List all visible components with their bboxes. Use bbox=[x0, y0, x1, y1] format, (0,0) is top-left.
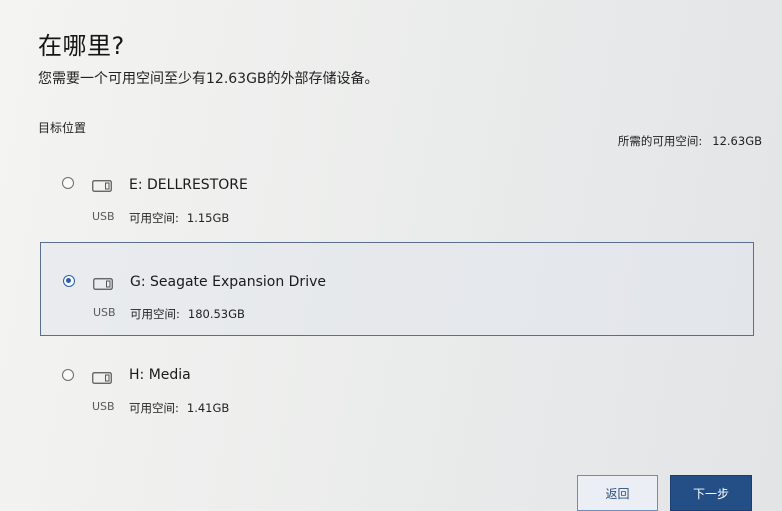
required-space: 所需的可用空间: 12.63GB bbox=[618, 133, 762, 149]
drive-e-bus: USB bbox=[92, 210, 115, 223]
drive-option-h[interactable]: H: Media USB 可用空间: 1.41GB bbox=[40, 352, 754, 428]
page-subtitle: 您需要一个可用空间至少有12.63GB的外部存储设备。 bbox=[38, 71, 379, 87]
drive-e-name: E: DELLRESTORE bbox=[129, 177, 248, 193]
required-space-label: 所需的可用空间: bbox=[617, 134, 703, 148]
drive-h-space-value: 1.41GB bbox=[186, 401, 230, 415]
target-location-label: 目标位置 bbox=[38, 121, 87, 135]
drive-e-space: 可用空间: 1.15GB bbox=[129, 210, 229, 226]
drive-h-radio[interactable] bbox=[62, 369, 74, 381]
drive-option-g[interactable]: G: Seagate Expansion Drive USB 可用空间: 180.… bbox=[40, 242, 754, 336]
page-title: 在哪里? bbox=[38, 32, 125, 60]
external-drive-icon bbox=[92, 369, 112, 384]
drive-e-space-value: 1.15GB bbox=[186, 211, 230, 225]
drive-option-e[interactable]: E: DELLRESTORE USB 可用空间: 1.15GB bbox=[40, 162, 754, 238]
drive-e-space-label: 可用空间: bbox=[129, 211, 179, 225]
drive-g-space: 可用空间: 180.53GB bbox=[130, 306, 245, 322]
drive-h-bus: USB bbox=[92, 400, 115, 413]
drive-e-radio[interactable] bbox=[62, 177, 74, 189]
required-space-value: 12.63GB bbox=[712, 134, 762, 148]
drive-g-name: G: Seagate Expansion Drive bbox=[130, 274, 326, 290]
drive-g-space-value: 180.53GB bbox=[187, 307, 245, 321]
drive-h-space-label: 可用空间: bbox=[129, 401, 179, 415]
drive-g-space-label: 可用空间: bbox=[130, 307, 180, 321]
drive-g-radio[interactable] bbox=[63, 275, 75, 287]
external-drive-icon bbox=[92, 177, 112, 192]
drive-h-space: 可用空间: 1.41GB bbox=[129, 400, 229, 416]
external-drive-icon bbox=[93, 275, 113, 290]
next-button[interactable]: 下一步 bbox=[670, 475, 752, 511]
back-button[interactable]: 返回 bbox=[577, 475, 658, 511]
drive-h-name: H: Media bbox=[129, 367, 191, 383]
drive-g-bus: USB bbox=[93, 306, 116, 319]
